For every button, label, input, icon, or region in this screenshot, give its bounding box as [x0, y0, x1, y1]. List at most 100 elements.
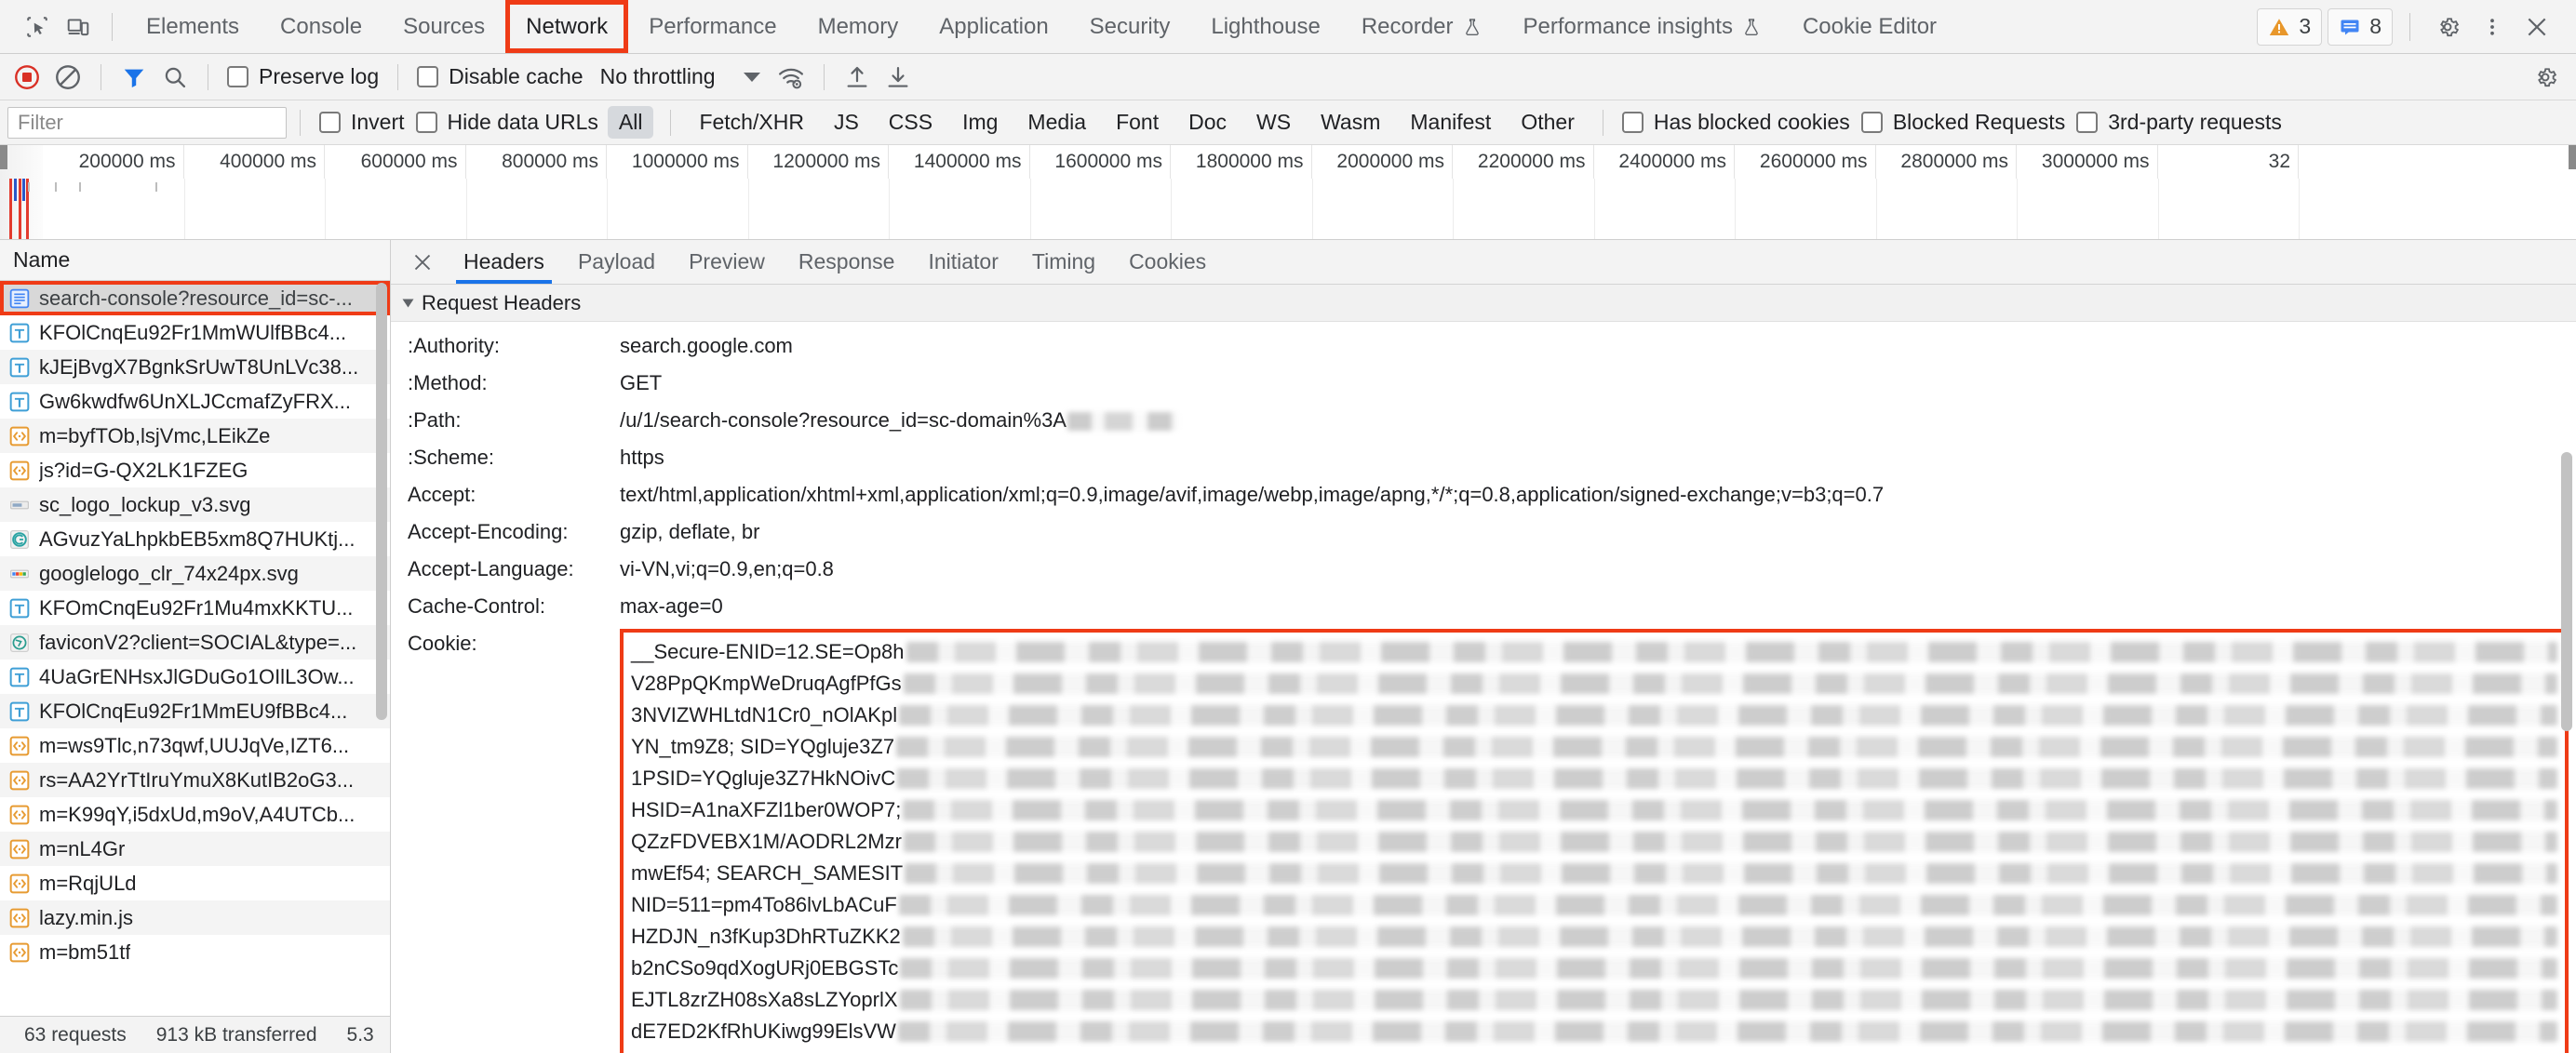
header-value[interactable]: max-age=0	[620, 592, 2576, 621]
request-row[interactable]: AGvuzYaLhpkbEB5xm8Q7HUKtj...	[0, 522, 390, 556]
panel-tab-sources[interactable]: Sources	[382, 0, 505, 53]
cookie-value-highlight-box[interactable]: __Secure-ENID=12.SE=Op8h V28PpQKmpWeDruqA…	[620, 629, 2569, 1053]
disable-cache-checkbox[interactable]: Disable cache	[411, 64, 588, 89]
request-row[interactable]: m=nL4Gr	[0, 832, 390, 866]
request-row-selected[interactable]: search-console?resource_id=sc-...	[0, 281, 390, 315]
request-name: KFOlCnqEu92Fr1MmEU9fBBc4...	[39, 699, 348, 723]
resource-type-media[interactable]: Media	[1016, 106, 1097, 139]
request-row[interactable]: faviconV2?client=SOCIAL&type=...	[0, 625, 390, 660]
warnings-badge[interactable]: 3	[2257, 7, 2323, 46]
detail-tab-response[interactable]: Response	[782, 240, 912, 284]
request-row[interactable]: Gw6kwdfw6UnXLJCcmafZyFRX...	[0, 384, 390, 419]
request-row[interactable]: js?id=G-QX2LK1FZEG	[0, 453, 390, 487]
inspect-element-icon[interactable]	[17, 7, 58, 47]
resource-type-doc[interactable]: Doc	[1177, 106, 1238, 139]
detail-tab-cookies[interactable]: Cookies	[1112, 240, 1223, 284]
header-value[interactable]: /u/1/search-console?resource_id=sc-domai…	[620, 406, 2576, 435]
request-row[interactable]: m=ws9Tlc,n73qwf,UUJqVe,IZT6...	[0, 728, 390, 763]
request-list-scrollbar[interactable]	[376, 283, 387, 720]
record-button[interactable]	[7, 58, 47, 97]
header-value[interactable]: GET	[620, 368, 2576, 398]
overview-gridlines	[0, 179, 2576, 239]
panel-tab-performance[interactable]: Performance	[628, 0, 797, 53]
invert-checkbox[interactable]: Invert	[314, 110, 410, 135]
request-row[interactable]: 4UaGrENHsxJlGDuGo1OIlL3Ow...	[0, 660, 390, 694]
detail-tab-headers[interactable]: Headers	[447, 240, 561, 284]
panel-tab-application[interactable]: Application	[919, 0, 1068, 53]
preserve-log-checkbox[interactable]: Preserve log	[221, 64, 384, 89]
request-row[interactable]: googlelogo_clr_74x24px.svg	[0, 556, 390, 591]
request-headers-section-header[interactable]: Request Headers	[391, 285, 2576, 322]
request-row[interactable]: rs=AA2YrTtIruYmuX8KutIB2oG3...	[0, 763, 390, 797]
hide-data-urls-checkbox[interactable]: Hide data URLs	[410, 110, 604, 135]
export-har-icon[interactable]	[879, 58, 918, 97]
resource-type-all[interactable]: All	[607, 106, 654, 139]
cookie-line-text: 1PSID=YQgluje3Z7HkNOivC	[631, 766, 896, 790]
request-list[interactable]: search-console?resource_id=sc-... KFOlCnq…	[0, 281, 390, 1016]
request-row[interactable]: sc_logo_lockup_v3.svg	[0, 487, 390, 522]
resource-type-fetch-xhr[interactable]: Fetch/XHR	[688, 106, 814, 139]
header-value[interactable]: vi-VN,vi;q=0.9,en;q=0.8	[620, 554, 2576, 584]
panel-tab-lighthouse[interactable]: Lighthouse	[1190, 0, 1340, 53]
filter-toggle-icon[interactable]	[114, 58, 154, 97]
filter-input[interactable]	[7, 106, 287, 139]
panel-tab-elements[interactable]: Elements	[126, 0, 260, 53]
request-row[interactable]: KFOlCnqEu92Fr1MmWUlfBBc4...	[0, 315, 390, 350]
header-value[interactable]: search.google.com	[620, 331, 2576, 361]
devtools-window: Elements Console Sources Network Performance…	[0, 0, 2576, 1053]
clear-button[interactable]	[48, 58, 87, 97]
resource-type-wasm[interactable]: Wasm	[1309, 106, 1391, 139]
gear-icon[interactable]	[2427, 7, 2468, 47]
header-row: :Method: GET	[391, 365, 2576, 402]
header-value[interactable]: gzip, deflate, br	[620, 517, 2576, 547]
panel-tab-memory[interactable]: Memory	[798, 0, 919, 53]
resource-type-other[interactable]: Other	[1509, 106, 1586, 139]
close-icon[interactable]	[2516, 7, 2557, 47]
checkbox-box	[1860, 112, 1883, 133]
panel-tab-recorder[interactable]: Recorder	[1341, 0, 1503, 53]
has-blocked-cookies-checkbox[interactable]: Has blocked cookies	[1617, 110, 1856, 135]
resource-type-css[interactable]: CSS	[878, 106, 944, 139]
panel-tab-security[interactable]: Security	[1069, 0, 1191, 53]
resource-type-font[interactable]: Font	[1105, 106, 1170, 139]
request-list-column-header[interactable]: Name	[0, 240, 390, 281]
header-value[interactable]: https	[620, 443, 2576, 473]
request-row[interactable]: kJEjBvgX7BgnkSrUwT8UnLVc38...	[0, 350, 390, 384]
third-party-requests-checkbox[interactable]: 3rd-party requests	[2071, 110, 2288, 135]
network-conditions-icon[interactable]	[771, 58, 811, 97]
panel-tab-strip: Elements Console Sources Network Performance…	[126, 0, 1957, 53]
request-row[interactable]: KFOlCnqEu92Fr1MmEU9fBBc4...	[0, 694, 390, 728]
detail-tab-preview[interactable]: Preview	[672, 240, 782, 284]
detail-tab-payload[interactable]: Payload	[561, 240, 672, 284]
resource-type-manifest[interactable]: Manifest	[1399, 106, 1502, 139]
detail-tab-initiator[interactable]: Initiator	[911, 240, 1014, 284]
issues-badge[interactable]: 8	[2328, 7, 2393, 46]
panel-tab-console[interactable]: Console	[260, 0, 382, 53]
network-overview-timeline[interactable]: 200000 ms 400000 ms 600000 ms 800000 ms 1000…	[0, 145, 2576, 240]
detail-tab-timing[interactable]: Timing	[1015, 240, 1112, 284]
request-row[interactable]: m=RqjULd	[0, 866, 390, 900]
resource-type-ws[interactable]: WS	[1245, 106, 1302, 139]
search-icon[interactable]	[155, 58, 195, 97]
import-har-icon[interactable]	[838, 58, 877, 97]
panel-tab-cookie-editor[interactable]: Cookie Editor	[1782, 0, 1957, 53]
detail-scrollbar[interactable]	[2561, 452, 2572, 731]
header-value[interactable]: text/html,application/xhtml+xml,applicat…	[620, 480, 2576, 510]
blocked-requests-checkbox[interactable]: Blocked Requests	[1856, 110, 2071, 135]
cookie-line-text: HZDJN_n3fKup3DhRTuZKK2	[631, 925, 901, 948]
panel-tab-network[interactable]: Network	[505, 0, 629, 53]
request-row[interactable]: lazy.min.js	[0, 900, 390, 935]
request-row[interactable]: m=K99qY,i5dxUd,m9oV,A4UTCb...	[0, 797, 390, 832]
request-row[interactable]: m=byfTOb,lsjVmc,LEikZe	[0, 419, 390, 453]
close-detail-icon[interactable]	[404, 244, 441, 281]
resource-type-js[interactable]: JS	[823, 106, 870, 139]
device-toolbar-icon[interactable]	[58, 7, 99, 47]
throttling-dropdown[interactable]: No throttling	[591, 64, 770, 89]
request-row[interactable]: m=bm51tf	[0, 935, 390, 969]
resource-type-img[interactable]: Img	[951, 106, 1009, 139]
kebab-menu-icon[interactable]	[2472, 7, 2513, 47]
request-row[interactable]: KFOmCnqEu92Fr1Mu4mxKKTU...	[0, 591, 390, 625]
panel-tab-performance-insights[interactable]: Performance insights	[1503, 0, 1782, 53]
headers-body[interactable]: Request Headers :Authority: search.google…	[391, 285, 2576, 1053]
network-settings-gear-icon[interactable]	[2526, 58, 2565, 97]
